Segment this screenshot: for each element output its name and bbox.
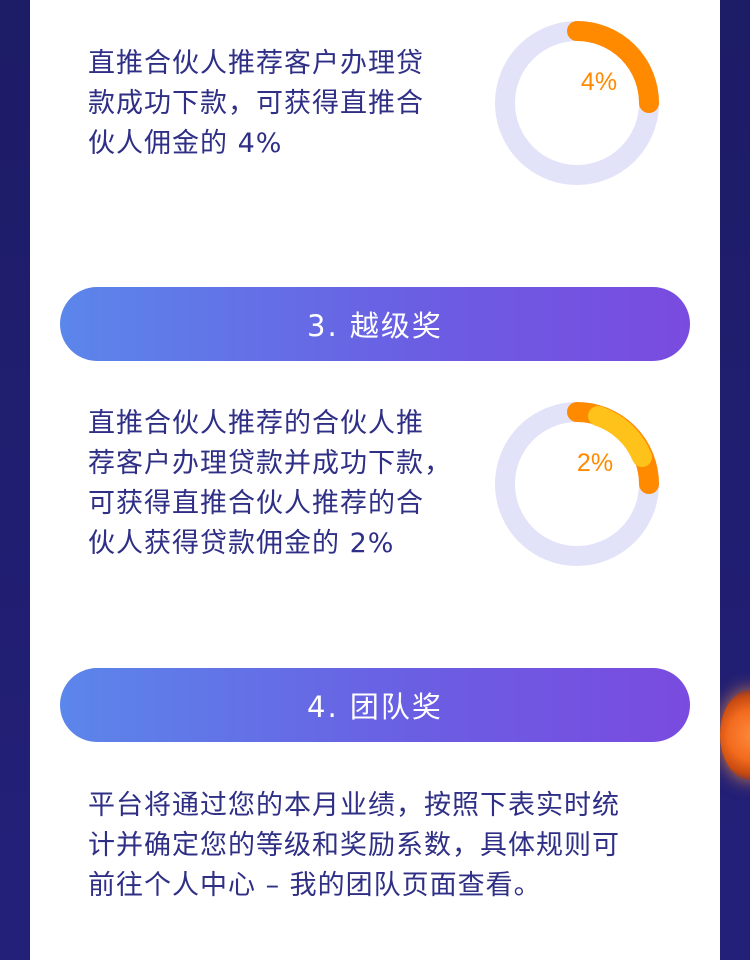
text-line: 伙人获得贷款佣金的 2% [88, 528, 395, 559]
section-3-heading: 3. 越级奖 [60, 287, 690, 361]
text-line: 计并确定您的等级和奖励系数，具体规则可 [88, 830, 620, 861]
direct-reward-description: 直推合伙人推荐客户办理贷 款成功下款，可获得直推合 伙人佣金的 4% [88, 44, 424, 164]
right-border [720, 0, 750, 960]
text-line: 直推合伙人推荐客户办理贷 [88, 48, 424, 79]
text-line: 可获得直推合伙人推荐的合 [88, 488, 424, 519]
ring-percent-label: 4% [581, 68, 617, 96]
text-line: 前往个人中心 – 我的团队页面查看。 [88, 870, 542, 901]
section-4-heading: 4. 团队奖 [60, 668, 690, 742]
text-line: 平台将通过您的本月业绩，按照下表实时统 [88, 790, 620, 821]
text-line: 荐客户办理贷款并成功下款， [88, 448, 452, 479]
text-line: 直推合伙人推荐的合伙人推 [88, 408, 424, 439]
content-card: 直推合伙人推荐客户办理贷 款成功下款，可获得直推合 伙人佣金的 4% 4% 3.… [30, 0, 720, 960]
coin-decoration [720, 690, 750, 780]
ring-percent-label: 2% [577, 449, 613, 477]
text-line: 款成功下款，可获得直推合 [88, 88, 424, 119]
section-4-description: 平台将通过您的本月业绩，按照下表实时统 计并确定您的等级和奖励系数，具体规则可 … [88, 786, 620, 906]
left-border [0, 0, 30, 960]
section-3-description: 直推合伙人推荐的合伙人推 荐客户办理贷款并成功下款， 可获得直推合伙人推荐的合 … [88, 404, 452, 564]
section-3-ring-chart: 2% [495, 402, 659, 566]
text-line: 伙人佣金的 4% [88, 128, 283, 159]
direct-reward-ring-chart: 4% [495, 21, 659, 185]
